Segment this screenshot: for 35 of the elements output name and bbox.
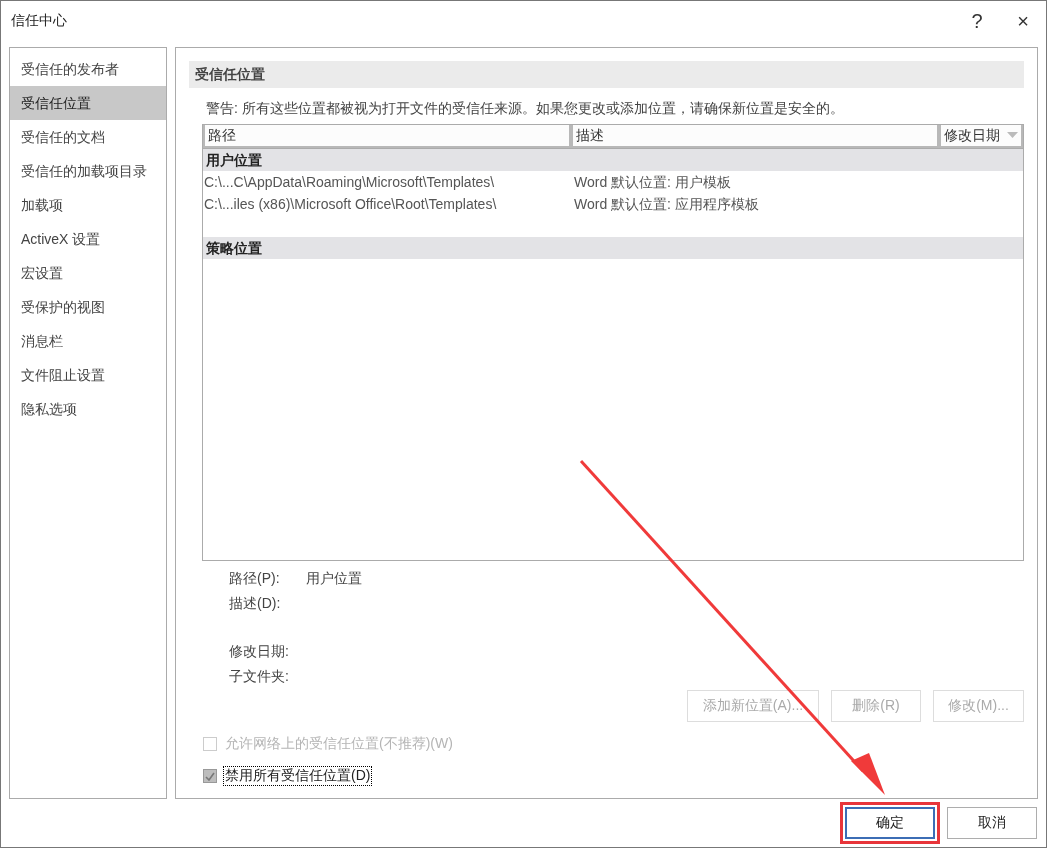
group-header: 策略位置 [203, 237, 1023, 259]
field-label: 描述(D): [229, 594, 282, 613]
sidebar-item[interactable]: 受信任的发布者 [10, 52, 166, 86]
sidebar-item[interactable]: 受信任的文档 [10, 120, 166, 154]
dialog-button[interactable]: 取消 [947, 807, 1037, 839]
field-label: 路径(P): [229, 569, 281, 588]
section-header: 受信任位置 [189, 61, 1024, 88]
group-header: 用户位置 [203, 149, 1023, 171]
window-title: 信任中心 [11, 12, 68, 30]
sort-caret-icon [1007, 132, 1018, 139]
sidebar-item[interactable]: 消息栏 [10, 324, 166, 358]
sidebar-item[interactable]: 受信任位置 [10, 86, 166, 120]
sidebar-item[interactable]: 加载项 [10, 188, 166, 222]
field-label: 子文件夹: [229, 667, 290, 686]
column-header[interactable]: 路径 [203, 125, 571, 148]
table-cell[interactable]: Word 默认位置: 用户模板 [573, 171, 1023, 193]
dialog-button[interactable]: 确定 [845, 807, 935, 839]
sidebar-item[interactable]: 隐私选项 [10, 392, 166, 426]
sidebar-item[interactable]: 受信任的加载项目录 [10, 154, 166, 188]
help-button[interactable]: ? [954, 2, 1000, 40]
checkbox[interactable] [203, 769, 217, 783]
sidebar-item[interactable]: 受保护的视图 [10, 290, 166, 324]
table-cell[interactable]: Word 默认位置: 应用程序模板 [573, 193, 1023, 215]
column-header[interactable]: 修改日期 [939, 125, 1023, 148]
column-header[interactable]: 描述 [571, 125, 939, 148]
warning-text: 警告: 所有这些位置都被视为打开文件的受信任来源。如果您更改或添加位置，请确保新位置是安全的。 [206, 100, 845, 118]
field-value: 用户位置 [306, 569, 362, 588]
table-cell[interactable]: C:\...iles (x86)\Microsoft Office\Root\Templates\ [203, 193, 573, 215]
table-cell[interactable]: C:\...C\AppData\Roaming\Microsoft\Templates\ [203, 171, 573, 193]
sidebar-item[interactable]: 宏设置 [10, 256, 166, 290]
sidebar-item[interactable]: ActiveX 设置 [10, 222, 166, 256]
close-button[interactable]: × [1000, 2, 1046, 40]
field-label: 修改日期: [229, 642, 290, 661]
sidebar-item[interactable]: 文件阻止设置 [10, 358, 166, 392]
checkbox-label[interactable]: 禁用所有受信任位置(D) [223, 766, 373, 786]
